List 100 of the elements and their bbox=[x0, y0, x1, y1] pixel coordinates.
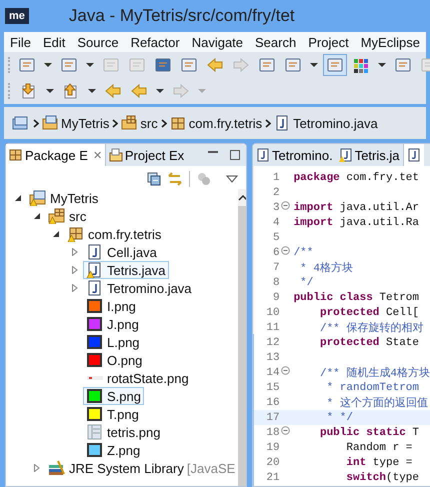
view-menu-icon[interactable] bbox=[226, 175, 238, 183]
menu-item[interactable]: Search bbox=[255, 34, 296, 50]
code-line: */ bbox=[299, 276, 314, 288]
folder-icon bbox=[108, 148, 123, 162]
tree-item-label: MyTetris bbox=[50, 190, 98, 206]
tree-item[interactable]: J.png bbox=[83, 315, 142, 333]
breadcrumb-item[interactable]: MyTetris bbox=[61, 116, 110, 130]
breadcrumb-item[interactable]: Tetromino.java bbox=[293, 116, 378, 130]
line-number: 3 bbox=[272, 202, 280, 214]
code-line: protected Cell[ bbox=[318, 306, 420, 318]
editor-tab[interactable]: Tetromino. bbox=[253, 144, 336, 166]
tree-item-note: [JavaSE bbox=[186, 460, 236, 476]
view-tab[interactable]: Project Ex bbox=[106, 144, 188, 166]
editor-tab[interactable]: Tetris.ja bbox=[336, 144, 402, 166]
line-number: 21 bbox=[265, 472, 280, 484]
window-title: Java - MyTetris/src/com/fry/tet bbox=[68, 6, 295, 26]
tree-item[interactable]: Tetris.java bbox=[83, 261, 169, 279]
scrollbar[interactable] bbox=[238, 189, 246, 486]
code-line: /** 保存旋转的相对 bbox=[318, 321, 424, 335]
image-file-icon bbox=[86, 424, 104, 440]
tree-item[interactable]: S.png bbox=[83, 387, 144, 405]
line-number: 9 bbox=[272, 292, 280, 304]
menu-item[interactable]: Refactor bbox=[130, 34, 180, 50]
line-number: 20 bbox=[265, 456, 280, 468]
code-line: package com.fry.tet bbox=[292, 172, 420, 184]
app-logo: me bbox=[5, 8, 29, 24]
tree-item[interactable]: Z.png bbox=[83, 441, 144, 459]
chevron-icon bbox=[265, 118, 272, 128]
java-file-icon bbox=[274, 115, 290, 131]
dropdown-arrow-icon[interactable] bbox=[156, 89, 164, 93]
line-number: 4 bbox=[272, 216, 280, 228]
dropdown-arrow-icon[interactable] bbox=[46, 89, 54, 93]
code-line: import java.util.Ra bbox=[292, 216, 420, 228]
dropdown-arrow-icon[interactable] bbox=[44, 63, 52, 67]
dropdown-arrow-icon[interactable] bbox=[378, 63, 386, 67]
tree-item-label: Cell.java bbox=[107, 244, 157, 260]
tree-item[interactable]: com.fry.tetris bbox=[64, 225, 164, 243]
code-line: /** 随机生成4格方块 bbox=[318, 366, 430, 380]
folders-icon bbox=[12, 115, 30, 131]
java-file-icon bbox=[338, 148, 353, 162]
tree-item[interactable]: I.png bbox=[83, 297, 139, 315]
breadcrumb-item[interactable]: src bbox=[140, 116, 158, 130]
code-line: Random r = bbox=[345, 442, 412, 454]
code-line: public static T bbox=[318, 426, 419, 438]
code-line: switch(type bbox=[345, 472, 420, 484]
menu-item[interactable]: Edit bbox=[42, 34, 66, 50]
menu-item[interactable]: Source bbox=[77, 34, 119, 50]
line-number: 8 bbox=[272, 276, 280, 288]
menu-item[interactable]: MyEclipse bbox=[360, 34, 420, 50]
tree-item[interactable]: src bbox=[45, 207, 90, 225]
menu-item[interactable]: Project bbox=[308, 34, 349, 50]
tree-item[interactable]: T.png bbox=[83, 405, 142, 423]
tree-item[interactable]: tetris.png bbox=[83, 423, 164, 441]
code-line: * */ bbox=[326, 412, 353, 424]
tree-item[interactable]: JRE System Library [JavaSE bbox=[45, 459, 238, 477]
tree-item[interactable]: rotatState.png bbox=[83, 369, 192, 387]
line-number: 7 bbox=[272, 262, 280, 274]
tree-item-label: Tetromino.java bbox=[107, 280, 192, 296]
package-icon bbox=[170, 115, 186, 131]
code-line: protected State bbox=[318, 336, 420, 348]
breadcrumb-item[interactable]: com.fry.tetris bbox=[188, 116, 262, 130]
line-number: 14 bbox=[265, 366, 280, 378]
dropdown-arrow-icon[interactable] bbox=[88, 89, 96, 93]
tree-item[interactable]: O.png bbox=[83, 351, 146, 369]
project-icon bbox=[42, 115, 58, 131]
collapse-all-icon[interactable] bbox=[147, 172, 161, 186]
dropdown-arrow-icon[interactable] bbox=[310, 63, 318, 67]
tree-item-label: I.png bbox=[107, 298, 136, 314]
java-file-icon bbox=[406, 148, 420, 162]
line-number: 16 bbox=[265, 396, 280, 408]
line-number: 18 bbox=[265, 426, 280, 438]
view-tab[interactable]: Package E ✕ bbox=[6, 144, 106, 166]
tree-item-label: S.png bbox=[107, 388, 141, 404]
close-icon[interactable]: ✕ bbox=[92, 148, 102, 162]
code-line: int type = bbox=[345, 456, 412, 468]
tree-item-label: O.png bbox=[107, 352, 142, 368]
line-number: 5 bbox=[272, 232, 280, 244]
line-number: 12 bbox=[265, 336, 280, 348]
tree-item-label: tetris.png bbox=[107, 424, 160, 440]
dropdown-arrow-icon[interactable] bbox=[86, 63, 94, 67]
code-line: * 这个方面的返回值 bbox=[326, 396, 428, 410]
line-number: 1 bbox=[272, 172, 280, 184]
chevron-icon bbox=[33, 118, 39, 128]
menu-item[interactable]: File bbox=[10, 34, 31, 50]
line-number: 19 bbox=[265, 442, 280, 454]
tree-item[interactable]: L.png bbox=[83, 333, 143, 351]
chevron-icon bbox=[160, 118, 167, 128]
tree-item[interactable]: Tetromino.java bbox=[83, 279, 195, 297]
code-line: /** bbox=[292, 246, 314, 258]
line-number: 17 bbox=[265, 412, 280, 424]
scroll-up-icon[interactable] bbox=[238, 189, 246, 206]
tree-item[interactable]: Cell.java bbox=[83, 243, 160, 261]
tree-item-label: Tetris.java bbox=[107, 262, 166, 278]
tree-item-label: L.png bbox=[107, 334, 140, 350]
editor-tab[interactable] bbox=[402, 144, 424, 166]
tree-item[interactable]: MyTetris bbox=[26, 189, 102, 207]
link-arrows-icon[interactable] bbox=[168, 172, 182, 186]
tree-item-label: src bbox=[69, 208, 86, 224]
menu-item[interactable]: Navigate bbox=[192, 34, 244, 50]
line-number: 2 bbox=[272, 186, 280, 198]
